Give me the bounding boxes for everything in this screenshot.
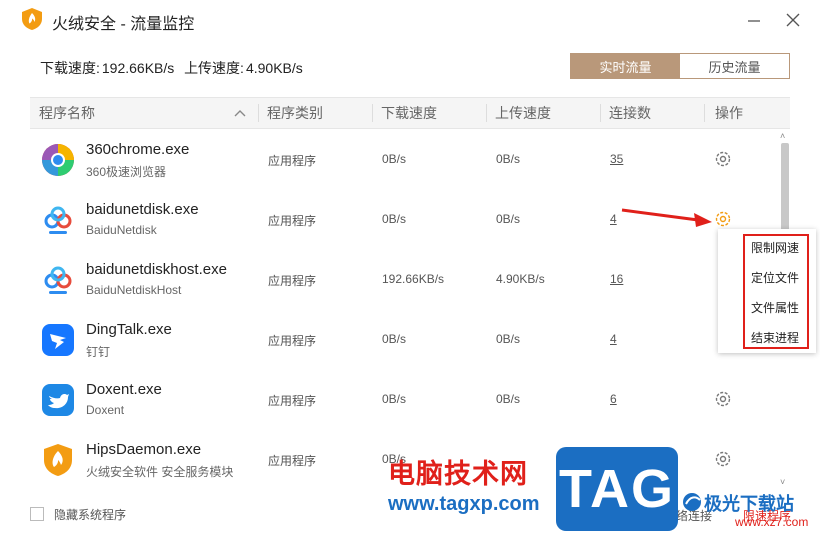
download-speed: 192.66KB/s xyxy=(382,272,445,286)
gear-icon[interactable] xyxy=(714,390,732,408)
hide-system-programs-checkbox[interactable] xyxy=(30,507,44,521)
hide-system-programs-label: 隐藏系统程序 xyxy=(54,508,127,522)
program-type: 应用程序 xyxy=(268,334,317,348)
gear-icon[interactable] xyxy=(714,150,732,168)
download-speed: 0B/s xyxy=(382,392,407,406)
column-header-connections[interactable]: 连接数 xyxy=(600,98,651,128)
scrollbar-thumb[interactable] xyxy=(781,143,789,238)
watermark-site-name: 极光下载站 xyxy=(704,494,794,514)
download-speed: 0B/s xyxy=(382,152,407,166)
program-type: 应用程序 xyxy=(268,454,317,468)
connections-link[interactable]: 16 xyxy=(610,272,623,286)
sort-ascending-icon[interactable] xyxy=(234,108,246,118)
view-tabs: 实时流量 历史流量 xyxy=(570,53,790,79)
table-row[interactable]: baidunetdiskhost.exe BaiduNetdiskHost 应用… xyxy=(30,250,778,310)
program-name: DingTalk.exe xyxy=(86,321,172,338)
table-header: 程序名称 程序类别 下载速度 上传速度 连接数 操作 xyxy=(30,97,790,129)
menu-item-locate-file[interactable]: 定位文件 xyxy=(751,269,799,286)
dingtalk-icon xyxy=(42,324,74,356)
program-description: Doxent xyxy=(86,403,125,417)
program-type: 应用程序 xyxy=(268,214,317,228)
program-name: HipsDaemon.exe xyxy=(86,441,202,458)
watermark-url: www.tagxp.com xyxy=(388,493,540,515)
program-description: BaiduNetdisk xyxy=(86,223,157,237)
download-speed-value: 192.66KB/s xyxy=(101,60,175,76)
table-row[interactable]: 360chrome.exe 360极速浏览器 应用程序 0B/s 0B/s 35 xyxy=(30,130,778,190)
watermark-text: 电脑技术网 xyxy=(388,459,528,489)
upload-speed: 0B/s xyxy=(496,212,521,226)
column-divider xyxy=(704,104,705,122)
menu-item-limit-speed[interactable]: 限制网速 xyxy=(751,239,799,256)
watermark-site-url: www.xz7.com xyxy=(735,515,809,529)
upload-speed-value: 4.90KB/s xyxy=(245,60,303,76)
speed-summary: 下载速度: 192.66KB/s 上传速度: 4.90KB/s xyxy=(40,58,305,78)
program-name: 360chrome.exe xyxy=(86,141,190,158)
column-header-program-type[interactable]: 程序类别 xyxy=(258,98,323,128)
annotation-arrow-icon xyxy=(621,208,712,227)
minimize-button[interactable] xyxy=(742,8,766,32)
watermark-tag-logo: TAG xyxy=(556,447,678,531)
program-name: baidunetdisk.exe xyxy=(86,201,199,218)
menu-item-file-properties[interactable]: 文件属性 xyxy=(751,299,799,316)
program-description: 360极速浏览器 xyxy=(86,165,167,179)
tab-history-traffic[interactable]: 历史流量 xyxy=(680,54,789,78)
huorong-icon xyxy=(44,444,72,476)
upload-speed: 4.90KB/s xyxy=(496,272,545,286)
traffic-monitor-window: 火绒安全 - 流量监控 下载速度: 192.66KB/s 上传速度: 4.90KB/… xyxy=(0,0,820,540)
connections-link[interactable]: 4 xyxy=(610,212,617,226)
title-bar: 火绒安全 - 流量监控 xyxy=(0,0,820,40)
program-description: BaiduNetdiskHost xyxy=(86,283,182,297)
program-name: Doxent.exe xyxy=(86,381,162,398)
menu-item-end-process[interactable]: 结束进程 xyxy=(751,329,799,346)
download-speed-label: 下载速度: xyxy=(40,60,100,76)
column-header-download-speed[interactable]: 下载速度 xyxy=(372,98,437,128)
program-name: baidunetdiskhost.exe xyxy=(86,261,227,278)
download-speed: 0B/s xyxy=(382,212,407,226)
upload-speed: 0B/s xyxy=(496,152,521,166)
table-row[interactable]: Doxent.exe Doxent 应用程序 0B/s 0B/s 6 xyxy=(30,370,778,430)
column-header-upload-speed[interactable]: 上传速度 xyxy=(486,98,551,128)
column-header-program-name[interactable]: 程序名称 xyxy=(30,98,258,128)
download-speed: 0B/s xyxy=(382,332,407,346)
program-description: 火绒安全软件 安全服务模块 xyxy=(86,465,234,479)
upload-speed: 0B/s xyxy=(496,332,521,346)
gear-icon[interactable] xyxy=(714,450,732,468)
program-type: 应用程序 xyxy=(268,394,317,408)
360chrome-icon xyxy=(42,144,74,176)
program-type: 应用程序 xyxy=(268,274,317,288)
connections-link[interactable]: 35 xyxy=(610,152,623,166)
huorong-logo-icon xyxy=(22,8,42,30)
window-title: 火绒安全 - 流量监控 xyxy=(52,16,195,33)
connections-link[interactable]: 4 xyxy=(610,332,617,346)
upload-speed-label: 上传速度: xyxy=(184,60,244,76)
program-type: 应用程序 xyxy=(268,154,317,168)
scroll-up-icon[interactable]: ˄ xyxy=(780,131,785,141)
close-button[interactable] xyxy=(781,8,805,32)
baidunetdisk-icon xyxy=(44,206,72,234)
table-row[interactable]: DingTalk.exe 钉钉 应用程序 0B/s 0B/s 4 xyxy=(30,310,778,370)
program-description: 钉钉 xyxy=(86,345,111,359)
baidunetdisk-icon xyxy=(44,266,72,294)
connections-link[interactable]: 6 xyxy=(610,392,617,406)
process-table: 360chrome.exe 360极速浏览器 应用程序 0B/s 0B/s 35… xyxy=(30,130,778,490)
column-header-actions: 操作 xyxy=(715,105,743,121)
upload-speed: 0B/s xyxy=(496,392,521,406)
doxent-icon xyxy=(42,384,74,416)
tab-realtime-traffic[interactable]: 实时流量 xyxy=(571,54,680,78)
